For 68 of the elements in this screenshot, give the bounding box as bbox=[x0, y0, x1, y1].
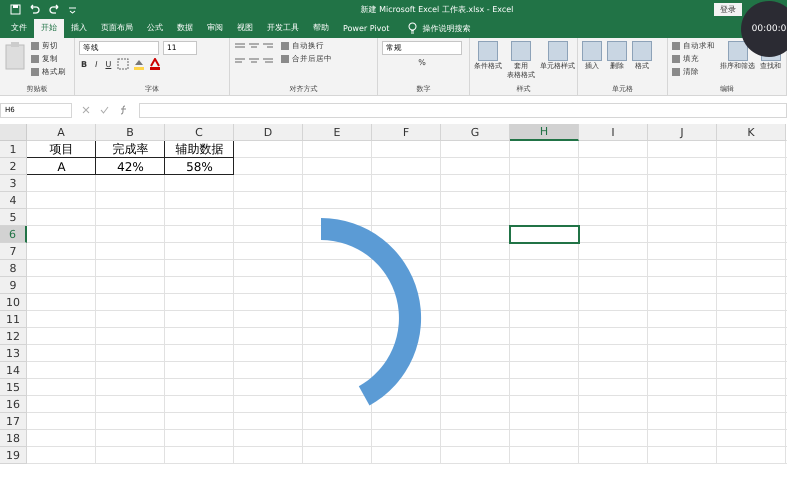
column-header[interactable]: F bbox=[372, 124, 441, 141]
function-icon[interactable] bbox=[119, 105, 129, 115]
row-header[interactable]: 9 bbox=[0, 277, 27, 294]
lightbulb-icon bbox=[408, 22, 418, 34]
save-icon[interactable] bbox=[10, 4, 21, 15]
row-header[interactable]: 13 bbox=[0, 345, 27, 362]
window-title: 新建 Microsoft Excel 工作表.xlsx - Excel bbox=[360, 4, 514, 15]
row-header[interactable]: 15 bbox=[0, 379, 27, 396]
border-icon[interactable] bbox=[117, 58, 130, 70]
ribbon-tab[interactable]: 审阅 bbox=[200, 19, 230, 38]
row-header[interactable]: 6 bbox=[0, 226, 27, 243]
column-header[interactable]: C bbox=[165, 124, 234, 141]
login-button[interactable]: 登录 bbox=[714, 3, 742, 16]
table-cell: 项目 bbox=[27, 141, 96, 158]
ribbon-tab[interactable]: 文件 bbox=[4, 19, 34, 38]
row-header[interactable]: 4 bbox=[0, 192, 27, 209]
tell-me-search[interactable]: 操作说明搜索 bbox=[408, 22, 470, 38]
clipboard-icon[interactable] bbox=[4, 41, 26, 71]
table-cell: 辅助数据 bbox=[165, 141, 234, 158]
ribbon-tab[interactable]: Power Pivot bbox=[336, 21, 396, 38]
ribbon-tab[interactable]: 公式 bbox=[140, 19, 170, 38]
column-header[interactable]: J bbox=[648, 124, 717, 141]
check-icon[interactable] bbox=[100, 106, 109, 114]
column-header[interactable]: A bbox=[27, 124, 96, 141]
row-header[interactable]: 18 bbox=[0, 430, 27, 447]
format-button[interactable]: B bbox=[79, 60, 90, 68]
ribbon-tab[interactable]: 数据 bbox=[170, 19, 200, 38]
column-header[interactable]: H bbox=[510, 124, 579, 141]
ribbon-tab[interactable]: 视图 bbox=[230, 19, 260, 38]
format-button[interactable]: U bbox=[103, 60, 114, 68]
customize-icon[interactable] bbox=[68, 5, 77, 14]
column-header[interactable]: E bbox=[303, 124, 372, 141]
column-header[interactable]: K bbox=[717, 124, 786, 141]
row-header[interactable]: 16 bbox=[0, 396, 27, 413]
row-header[interactable]: 8 bbox=[0, 260, 27, 277]
column-header[interactable]: D bbox=[234, 124, 303, 141]
row-header[interactable]: 19 bbox=[0, 447, 27, 464]
table-cell: 42% bbox=[96, 158, 165, 175]
table-cell: A bbox=[27, 158, 96, 175]
row-header[interactable]: 3 bbox=[0, 175, 27, 192]
formula-input[interactable] bbox=[139, 102, 787, 118]
row-header[interactable]: 12 bbox=[0, 328, 27, 345]
table-cell: 58% bbox=[165, 158, 234, 175]
percent-button[interactable]: % bbox=[382, 58, 462, 67]
row-header[interactable]: 7 bbox=[0, 243, 27, 260]
ribbon-tab[interactable]: 开始 bbox=[34, 19, 64, 38]
column-header[interactable]: I bbox=[579, 124, 648, 141]
redo-icon[interactable] bbox=[48, 4, 61, 15]
row-header[interactable]: 11 bbox=[0, 311, 27, 328]
table-cell: 完成率 bbox=[96, 141, 165, 158]
undo-icon[interactable] bbox=[28, 4, 41, 15]
row-header[interactable]: 1 bbox=[0, 141, 27, 158]
row-header[interactable]: 5 bbox=[0, 209, 27, 226]
row-header[interactable]: 2 bbox=[0, 158, 27, 175]
ribbon-tab[interactable]: 帮助 bbox=[306, 19, 336, 38]
ribbon-tab[interactable]: 插入 bbox=[64, 19, 94, 38]
row-header[interactable]: 10 bbox=[0, 294, 27, 311]
font-color-icon[interactable] bbox=[149, 58, 162, 70]
recording-timer-overlay: 00:00:0 bbox=[741, 1, 787, 57]
column-header[interactable]: B bbox=[96, 124, 165, 141]
selected-cell[interactable] bbox=[510, 226, 579, 243]
row-header[interactable]: 17 bbox=[0, 413, 27, 430]
ribbon-tab[interactable]: 页面布局 bbox=[94, 19, 140, 38]
fill-color-icon[interactable] bbox=[133, 58, 146, 70]
row-header[interactable]: 14 bbox=[0, 362, 27, 379]
column-header[interactable]: G bbox=[441, 124, 510, 141]
ribbon-tab[interactable]: 开发工具 bbox=[260, 19, 306, 38]
format-button[interactable]: I bbox=[93, 60, 100, 68]
